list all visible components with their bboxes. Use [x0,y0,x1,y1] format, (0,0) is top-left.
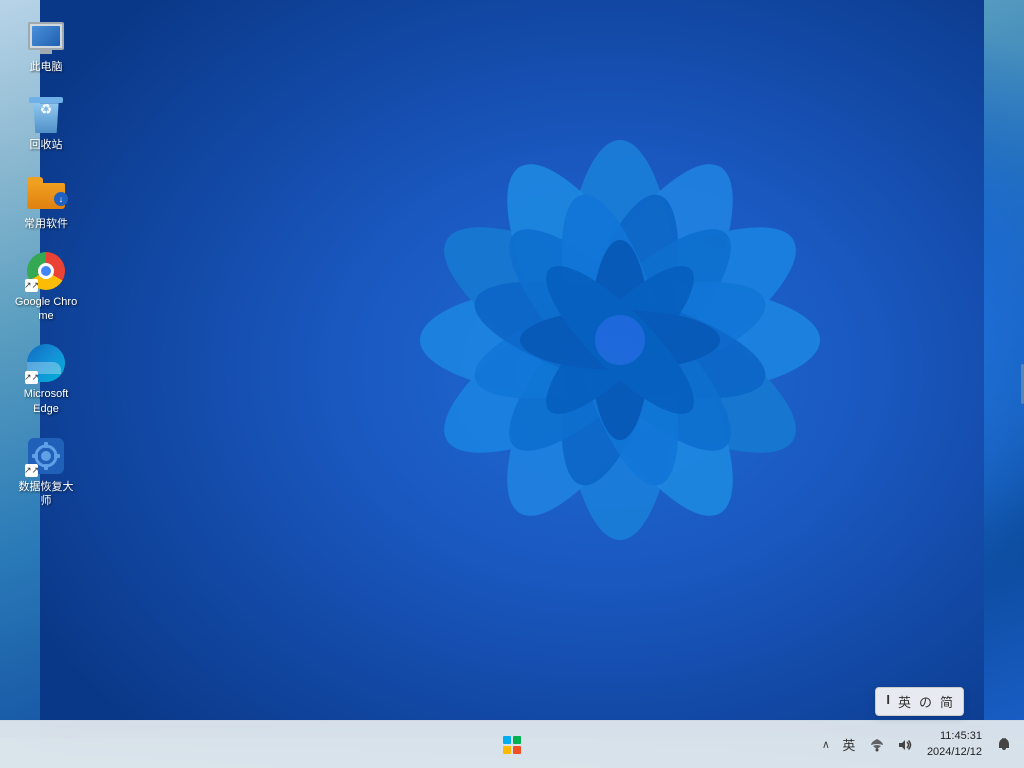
time-display: 11:45:31 [940,729,982,744]
microsoft-edge-image: ↗ [26,343,66,383]
recycle-bin-label: 回收站 [30,138,63,152]
this-computer-label: 此电脑 [30,60,63,74]
win-logo-tl [503,736,511,744]
volume-icon-svg [897,737,913,753]
notification-button[interactable] [992,733,1016,757]
taskbar: ∧ 英 11:45:31 2024/12/12 [0,720,1024,768]
data-recovery-icon[interactable]: ↗ 数据恢复大师 [10,430,82,515]
data-recovery-image: ↗ [26,436,66,476]
microsoft-edge-icon[interactable]: ↗ MicrosoftEdge [10,337,82,422]
volume-icon[interactable] [893,733,917,757]
start-button[interactable] [490,726,534,764]
system-tray: ∧ 英 11:45:31 2024/12/12 [819,729,1024,760]
date-display: 2024/12/12 [927,745,982,760]
taskbar-center [490,726,534,764]
tray-overflow-button[interactable]: ∧ [819,738,833,751]
ime-cursor: I [886,692,890,711]
windows-logo [503,736,521,754]
ime-tooltip: I 英 の 简 [875,687,964,716]
language-indicator[interactable]: 英 [837,733,861,757]
ime-kana: の [919,692,932,711]
ime-lang: 英 [898,692,911,711]
google-chrome-image: ↗ [26,251,66,291]
language-label: 英 [842,735,855,754]
desktop-wallpaper [0,0,1024,738]
microsoft-edge-label: MicrosoftEdge [24,387,69,416]
win-logo-br [513,746,521,754]
common-software-icon[interactable]: ↓ 常用软件 [10,167,82,237]
this-computer-icon[interactable]: 此电脑 [10,10,82,80]
desktop-icons-area: 此电脑 ♻ 回收站 ↓ 常用软件 ↗ [10,10,82,515]
recycle-bin-image: ♻ [26,94,66,134]
google-chrome-label: Google Chrome [14,295,78,324]
data-recovery-label: 数据恢复大师 [14,480,78,509]
datetime-display[interactable]: 11:45:31 2024/12/12 [921,729,988,760]
common-software-label: 常用软件 [24,217,68,231]
network-icon[interactable] [865,733,889,757]
win-logo-tr [513,736,521,744]
common-software-image: ↓ [26,173,66,213]
bell-icon [996,737,1012,753]
ime-mode: 简 [940,692,953,711]
win-logo-bl [503,746,511,754]
network-icon-svg [869,737,885,753]
this-computer-image [26,16,66,56]
google-chrome-icon[interactable]: ↗ Google Chrome [10,245,82,330]
recycle-bin-icon[interactable]: ♻ 回收站 [10,88,82,158]
